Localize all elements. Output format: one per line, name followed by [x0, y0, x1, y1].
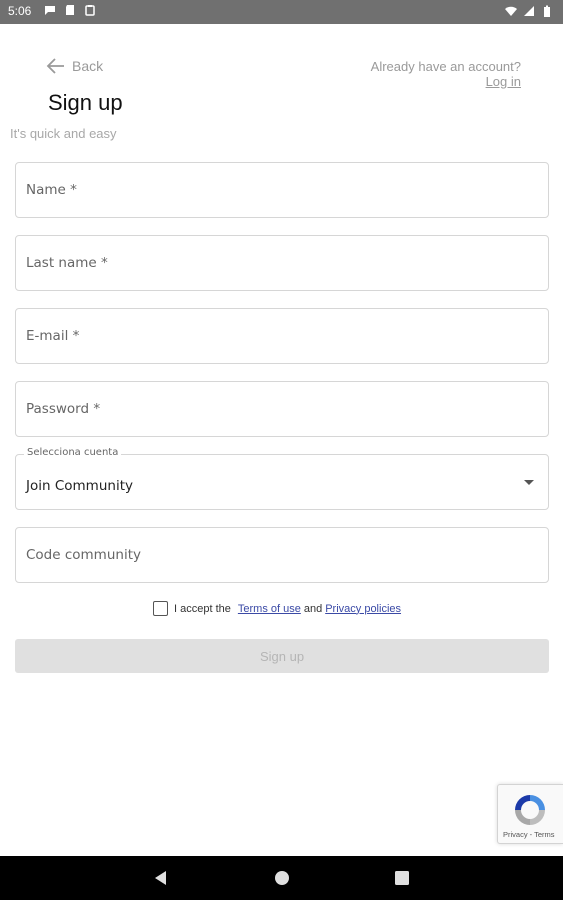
battery-icon	[544, 5, 550, 17]
terms-prefix: I accept the	[174, 602, 231, 615]
name-field[interactable]	[16, 163, 548, 217]
email-field-wrapper	[15, 308, 549, 364]
terms-of-use-link[interactable]: Terms of use	[238, 603, 301, 615]
recaptcha-links[interactable]: Privacy - Terms	[503, 830, 555, 839]
code-community-field-wrapper	[15, 527, 549, 583]
recaptcha-icon	[515, 795, 545, 825]
password-field-wrapper	[15, 381, 549, 437]
status-icons-left	[44, 4, 96, 16]
privacy-policies-link[interactable]: Privacy policies	[325, 603, 401, 615]
page-subtitle: It's quick and easy	[10, 126, 117, 141]
back-label: Back	[72, 58, 104, 74]
cell-signal-icon	[524, 6, 534, 16]
status-time: 5:06	[8, 4, 32, 18]
system-nav-bar	[0, 856, 563, 900]
account-type-select[interactable]: Selecciona cuenta Join Community	[15, 447, 549, 510]
name-field-wrapper	[15, 162, 549, 218]
clipboard-icon	[85, 5, 95, 16]
account-type-value: Join Community	[26, 478, 133, 494]
account-prompt: Already have an account?	[370, 59, 521, 74]
last-name-field[interactable]	[16, 236, 548, 290]
password-field[interactable]	[16, 382, 548, 436]
status-icons-right	[505, 5, 553, 17]
caret-down-icon	[524, 480, 534, 485]
terms-row: I accept the Terms of use and Privacy po…	[153, 601, 401, 616]
recaptcha-badge[interactable]: Privacy - Terms	[497, 784, 563, 844]
arrow-left-icon	[46, 58, 64, 74]
login-area: Already have an account? Log in	[371, 59, 521, 89]
sign-up-button[interactable]: Sign up	[15, 639, 549, 673]
home-circle-icon[interactable]	[272, 868, 292, 888]
login-link[interactable]: Log in	[371, 74, 521, 89]
last-name-field-wrapper	[15, 235, 549, 291]
recents-square-icon[interactable]	[392, 868, 412, 888]
wifi-icon	[505, 6, 517, 16]
back-button[interactable]: Back	[46, 56, 103, 76]
page-title: Sign up	[48, 90, 123, 115]
account-type-label: Selecciona cuenta	[24, 447, 122, 458]
code-community-field[interactable]	[16, 528, 548, 582]
terms-conjunction: and	[303, 602, 323, 615]
terms-checkbox[interactable]	[153, 601, 168, 616]
status-bar: 5:06	[0, 0, 563, 24]
back-triangle-icon[interactable]	[151, 868, 171, 888]
sd-card-icon	[66, 5, 74, 15]
email-field[interactable]	[16, 309, 548, 363]
chat-bubble-icon	[45, 6, 55, 15]
